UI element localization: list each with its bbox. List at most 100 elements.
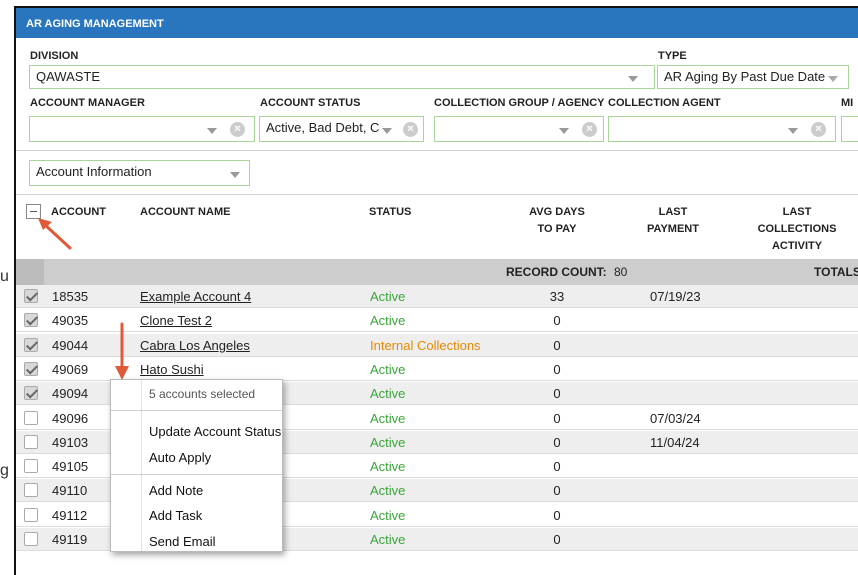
account-number: 49035: [52, 313, 89, 329]
account-name-link[interactable]: Clone Test 2: [140, 313, 212, 328]
type-select[interactable]: AR Aging By Past Due Date: [657, 65, 849, 89]
avg-days-value: 0: [553, 337, 561, 353]
account-number: 49103: [52, 434, 89, 450]
col-header-last-collections-line2: COLLECTIONS: [757, 223, 837, 235]
account-name-link[interactable]: Cabra Los Angeles: [140, 338, 250, 353]
margin-text-fragment: u: [0, 268, 9, 285]
status-value: Internal Collections: [370, 337, 481, 353]
chevron-down-icon: [828, 76, 838, 82]
status-value: Active: [370, 459, 406, 475]
last-payment-value: 11/04/24: [650, 434, 700, 450]
menu-item-add-note[interactable]: Add Note: [149, 483, 203, 498]
menu-item-auto-apply[interactable]: Auto Apply: [149, 450, 211, 465]
arrow-annotation-icon: [115, 322, 129, 380]
account-number: 49094: [52, 386, 89, 402]
row-checkbox[interactable]: [24, 507, 38, 522]
status-value: Active: [370, 532, 406, 547]
col-header-avg-days-line1: AVG DAYS: [529, 206, 585, 218]
col-header-account-name[interactable]: ACCOUNT NAME: [140, 206, 230, 218]
ar-aging-panel: AR AGING MANAGEMENT DIVISION QAWASTE TYP…: [14, 6, 858, 575]
row-checkbox[interactable]: [24, 532, 38, 546]
account-number: 18535: [52, 289, 89, 304]
col-header-account[interactable]: ACCOUNT: [51, 206, 106, 218]
menu-item-update-account-status[interactable]: Update Account Status: [149, 424, 281, 439]
min-field[interactable]: [841, 116, 858, 142]
table-row[interactable]: 49069 Hato Sushi Active 0: [16, 357, 858, 381]
avg-days-value: 0: [553, 313, 561, 329]
division-select[interactable]: QAWASTE: [29, 65, 655, 89]
account-name-link[interactable]: Hato Sushi: [140, 362, 204, 377]
status-value: Active: [370, 386, 406, 402]
avg-days-value: 33: [549, 289, 565, 304]
status-value: Active: [370, 507, 406, 523]
col-header-last-payment-line2: PAYMENT: [647, 223, 699, 235]
menu-selection-info: 5 accounts selected: [149, 387, 256, 401]
col-header-avg-days-line2: TO PAY: [537, 223, 577, 235]
table-row[interactable]: 49044 Cabra Los Angeles Internal Collectio…: [16, 333, 858, 357]
account-number: 49119: [52, 532, 88, 547]
chevron-down-icon: [628, 76, 638, 82]
view-select[interactable]: Account Information: [29, 160, 250, 186]
totals-label: TOTALS: [814, 265, 858, 279]
account-name-link[interactable]: Example Account 4: [140, 289, 251, 304]
chevron-down-icon: [207, 128, 217, 134]
row-checkbox[interactable]: [24, 459, 38, 474]
account-manager-select[interactable]: [29, 116, 255, 142]
division-label: DIVISION: [30, 50, 79, 62]
menu-item-send-email[interactable]: Send Email: [149, 534, 215, 549]
col-header-last-payment[interactable]: LAST PAYMENT: [628, 206, 718, 235]
divider: [16, 194, 858, 195]
avg-days-value: 0: [553, 410, 561, 426]
collection-group-select[interactable]: [434, 116, 604, 142]
table-row[interactable]: 18535 Example Account 4 Active 33 07/19/23: [16, 285, 858, 308]
clear-icon[interactable]: ×: [582, 122, 597, 137]
row-checkbox[interactable]: [24, 313, 38, 328]
row-checkbox[interactable]: [24, 483, 38, 498]
last-payment-value: 07/03/24: [650, 410, 701, 426]
col-header-avg-days[interactable]: AVG DAYS TO PAY: [512, 206, 602, 235]
status-value: Active: [370, 483, 406, 499]
record-count-bar: RECORD COUNT: 80 TOTALS: [16, 259, 858, 285]
avg-days-value: 0: [553, 361, 561, 377]
account-number: 49112: [52, 507, 88, 523]
page-title: AR AGING MANAGEMENT: [16, 8, 858, 38]
type-value: AR Aging By Past Due Date: [664, 69, 826, 84]
account-status-select[interactable]: Active, Bad Debt, C: [259, 116, 424, 142]
row-checkbox[interactable]: [24, 289, 38, 303]
avg-days-value: 0: [553, 386, 561, 402]
col-header-status[interactable]: STATUS: [369, 206, 411, 218]
menu-gutter: [141, 380, 142, 551]
status-value: Active: [370, 361, 406, 377]
clear-icon[interactable]: ×: [811, 122, 826, 137]
row-checkbox[interactable]: [24, 410, 38, 425]
avg-days-value: 0: [553, 483, 561, 499]
clear-icon[interactable]: ×: [403, 122, 418, 137]
avg-days-value: 0: [553, 459, 561, 475]
arrow-annotation-icon: [38, 218, 72, 250]
account-status-label: ACCOUNT STATUS: [260, 97, 361, 109]
menu-separator: [111, 410, 282, 411]
chevron-down-icon: [788, 128, 798, 134]
row-checkbox[interactable]: [24, 434, 38, 449]
account-number: 49096: [52, 410, 89, 426]
status-value: Active: [370, 313, 406, 329]
record-count-label: RECORD COUNT:: [506, 265, 607, 279]
account-number: 49044: [52, 337, 89, 353]
status-value: Active: [370, 410, 406, 426]
row-checkbox[interactable]: [24, 386, 38, 401]
divider: [16, 150, 858, 151]
collection-agent-select[interactable]: [608, 116, 836, 142]
account-manager-label: ACCOUNT MANAGER: [30, 97, 145, 109]
collection-agent-label: COLLECTION AGENT: [608, 97, 721, 109]
col-header-last-collections-line3: ACTIVITY: [771, 240, 823, 252]
avg-days-value: 0: [553, 532, 561, 547]
menu-separator: [111, 474, 282, 475]
col-header-last-collections[interactable]: LAST COLLECTIONS ACTIVITY: [747, 206, 847, 252]
row-checkbox[interactable]: [24, 337, 38, 352]
clear-icon[interactable]: ×: [230, 122, 245, 137]
table-row[interactable]: 49035 Clone Test 2 Active 0: [16, 309, 858, 333]
menu-item-add-task[interactable]: Add Task: [149, 508, 202, 523]
col-header-last-collections-line1: LAST: [782, 206, 812, 218]
row-checkbox[interactable]: [24, 361, 38, 376]
account-status-value: Active, Bad Debt, C: [266, 120, 380, 135]
